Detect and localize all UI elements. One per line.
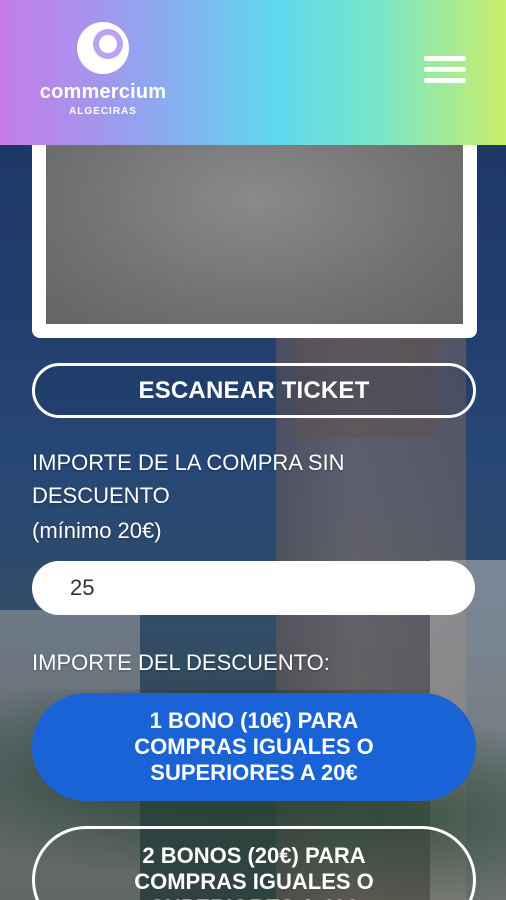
purchase-amount-label: IMPORTE DE LA COMPRA SIN DESCUENTO (32, 450, 345, 508)
bono-option-1-button[interactable]: 1 BONO (10€) PARA COMPRAS IGUALES O SUPE… (32, 693, 476, 801)
purchase-minimum-note: (mínimo 20€) (32, 518, 162, 543)
camera-scanner-frame (32, 135, 477, 338)
commercium-logo[interactable]: commercium ALGECIRAS (38, 20, 168, 117)
purchase-amount-input[interactable] (32, 561, 475, 615)
logo-mark-icon (77, 22, 129, 74)
hamburger-menu-icon[interactable] (424, 56, 466, 88)
logo-subtext: ALGECIRAS (69, 106, 137, 117)
scan-ticket-button[interactable]: ESCANEAR TICKET (32, 363, 476, 418)
bono-option-2-button[interactable]: 2 BONOS (20€) PARA COMPRAS IGUALES O SUP… (32, 826, 476, 900)
app-header: commercium ALGECIRAS (0, 0, 506, 145)
menu-bar (424, 56, 466, 61)
camera-preview[interactable] (46, 145, 463, 324)
menu-bar (424, 78, 466, 83)
menu-bar (424, 67, 466, 72)
logo-text: commercium (39, 81, 167, 103)
discount-amount-label: IMPORTE DEL DESCUENTO: (32, 650, 330, 675)
